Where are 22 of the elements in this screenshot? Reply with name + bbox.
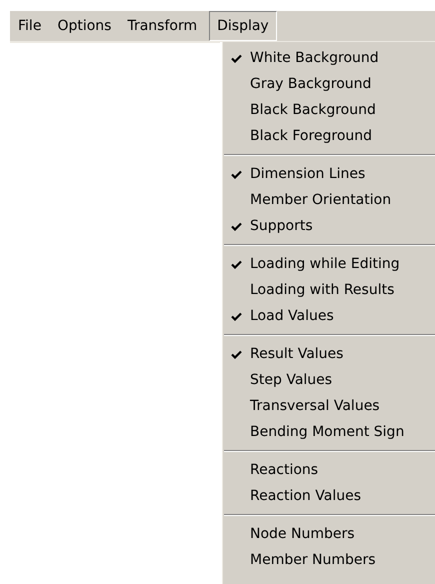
menu-entry[interactable]: Loading while Editing <box>222 251 435 277</box>
menu-entry[interactable]: Reactions <box>222 457 435 483</box>
menu-entry[interactable]: Bending Moment Sign <box>222 419 435 445</box>
menu-entry[interactable]: Dimension Lines <box>222 161 435 187</box>
menu-entry[interactable]: Member Orientation <box>222 187 435 213</box>
menu-entry[interactable]: Black Background <box>222 97 435 123</box>
menu-entry[interactable]: Node Numbers <box>222 521 435 547</box>
menu-entry[interactable]: Black Foreground <box>222 123 435 149</box>
menu-entry[interactable]: Load Values <box>222 303 435 329</box>
menu-item[interactable]: Display <box>209 11 277 41</box>
menu-entry[interactable]: Transversal Values <box>222 393 435 419</box>
menu-entry[interactable]: Supports <box>222 213 435 239</box>
menu-item[interactable]: File <box>10 11 50 41</box>
menu-entry[interactable]: Reaction Values <box>222 483 435 509</box>
menu-item[interactable]: Transform <box>119 11 206 41</box>
menu-entry[interactable]: Loading with Results <box>222 277 435 303</box>
menu-item[interactable]: Options <box>49 11 120 41</box>
menu-entry[interactable]: White Background <box>222 45 435 71</box>
menu-entry[interactable]: Member Numbers <box>222 547 435 573</box>
menu-entry[interactable]: Gray Background <box>222 71 435 97</box>
menu-entry[interactable]: Result Values <box>222 341 435 367</box>
menu-entry[interactable]: Step Values <box>222 367 435 393</box>
